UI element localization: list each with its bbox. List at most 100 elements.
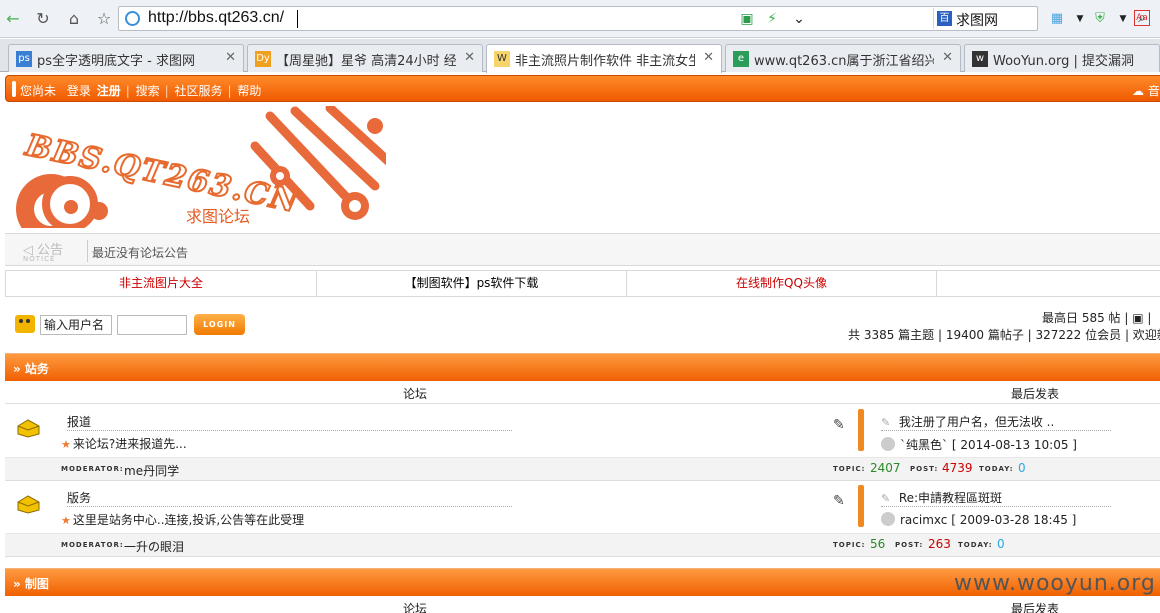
tab-2[interactable]: Dy 【周星驰】星爷 高清24小时 经典 ✕ [247,44,483,72]
search-engine-label: 求图网 [956,13,998,29]
tab-favicon-icon: Dy [255,51,271,67]
featured-links: 非主流图片大全 【制图软件】ps软件下载 在线制作QQ头像 [5,270,1160,297]
forum-name[interactable]: 报道 [67,413,512,431]
apps-dropdown-icon[interactable]: ▼ [1071,10,1089,28]
forum-folder-icon[interactable] [15,418,41,438]
book-icon[interactable]: ▣ [1132,311,1143,325]
tab-title: WooYun.org | 提交漏洞 [993,54,1135,69]
top-nav-bar: 您尚未 登录 注册 | 搜索 | 社区服务 | 帮助 ☁ 音 [5,75,1160,102]
tab-5[interactable]: w WooYun.org | 提交漏洞 [964,44,1160,72]
tab-title: ps全字透明底文字 - 求图网 [37,54,195,69]
user-icon [15,315,35,333]
logo-forum-name: 求图论坛 [186,207,251,226]
forum-folder-icon[interactable] [15,494,41,514]
close-icon[interactable]: ✕ [703,50,714,65]
font-icon[interactable]: Aa [1134,10,1150,26]
logo-circle [90,202,108,220]
home-icon[interactable]: ⌂ [63,8,85,30]
login-button[interactable]: LOGIN [194,314,245,335]
music-link[interactable]: ☁ 音 [1132,82,1160,99]
link-empty [937,271,1160,296]
forum-desc: ★ 这里是站务中心..连接,投诉,公告等在此受理 [61,513,305,527]
avatar-icon [881,437,895,451]
nav-community-link[interactable]: 社区服务 [174,84,222,98]
post-count: 4739 [942,461,973,475]
forum-name[interactable]: 版务 [67,489,512,507]
notice-sub-label: NOTICE [23,255,56,263]
address-bar[interactable]: http://bbs.qt263.cn/ ▣ ⚡ ⌄ 百 求图网 ⌕ [118,6,1146,31]
close-icon[interactable]: ✕ [464,50,475,65]
avatar-icon [881,512,895,526]
dropdown-icon[interactable]: ⌄ [791,11,807,27]
today-count: 0 [1018,461,1026,475]
forum-desc: ★ 来论坛?进来报道先... [61,437,187,451]
topic-label: TOPIC: [833,465,866,473]
link-qq-avatar[interactable]: 在线制作QQ头像 [627,271,937,296]
tab-title: 非主流照片制作软件 非主流女生图 [515,54,695,69]
browser-toolbar: ← ↻ ⌂ ☆ http://bbs.qt263.cn/ ▣ ⚡ ⌄ 百 求图网… [0,0,1160,38]
last-post-marker [858,485,864,527]
col-forum: 论坛 [403,387,428,401]
last-post-time: [ 2014-08-13 10:05 ] [951,438,1077,452]
star-icon: ★ [61,438,71,451]
forum-row: 报道 ★ 来论坛?进来报道先... ✎ ✎ 我注册了用户名，但无法收 .. `纯黑… [5,405,1160,461]
new-post-icon[interactable]: ✎ [833,493,845,509]
moderator-name[interactable]: 一升の眼泪 [124,538,184,555]
link-ps-download[interactable]: 【制图软件】ps软件下载 [317,271,627,296]
topic-count: 56 [870,537,886,551]
new-post-icon[interactable]: ✎ [833,417,845,433]
category-header[interactable]: » 站务 [5,353,1160,381]
link-nonmainstream-pics[interactable]: 非主流图片大全 [6,271,317,296]
url-text[interactable]: http://bbs.qt263.cn/ [148,9,284,27]
moderator-name[interactable]: me丹同学 [124,462,179,479]
nav-login-link[interactable]: 登录 [67,84,91,98]
password-input[interactable] [117,315,187,335]
star-icon: ★ [61,514,71,527]
username-input[interactable]: 输入用户名 [40,315,112,335]
refresh-icon[interactable]: ↻ [32,8,54,30]
watermark: www.wooyun.org [954,571,1156,596]
music-label: 音 [1147,84,1160,98]
col-last-post: 最后发表 [1011,387,1060,401]
close-icon[interactable]: ✕ [942,50,953,65]
tab-favicon-icon: ps [16,51,32,67]
tab-title: 【周星驰】星爷 高清24小时 经典 [276,54,456,69]
forum-meta-row: MODERATOR: 一升の眼泪 TOPIC: 56 POST: 263 TOD… [5,533,1160,557]
nav-search-link[interactable]: 搜索 [136,84,160,98]
last-post-time: [ 2009-03-28 18:45 ] [951,513,1077,527]
last-post-meta: racimxc [ 2009-03-28 18:45 ] [881,512,1076,527]
moderator-label: MODERATOR: [61,541,124,549]
nav-help-link[interactable]: 帮助 [237,84,261,98]
tab-favicon-icon: e [733,51,749,67]
lightning-icon[interactable]: ⚡ [764,11,780,27]
shield-icon[interactable]: ⛨ [1091,10,1109,28]
column-headers: 论坛 最后发表 [5,597,1160,613]
moderator-label: MODERATOR: [61,465,124,473]
last-post-title[interactable]: ✎ Re:申請教程區斑斑 [881,489,1111,507]
last-post-title[interactable]: ✎ 我注册了用户名，但无法收 .. [881,413,1111,431]
tab-favicon-icon: w [972,51,988,67]
forum-row: 版务 ★ 这里是站务中心..连接,投诉,公告等在此受理 ✎ ✎ Re:申請教程區斑… [5,481,1160,537]
back-icon[interactable]: ← [2,8,24,30]
nav-marker-icon [12,81,16,97]
apps-icon[interactable]: ▦ [1048,10,1066,28]
topic-count: 2407 [870,461,901,475]
close-icon[interactable]: ✕ [225,50,236,65]
tab-1[interactable]: ps ps全字透明底文字 - 求图网 ✕ [8,44,244,72]
col-last-post: 最后发表 [1011,602,1060,613]
forum-logo[interactable]: BBS.QT263.CN 求图论坛 [10,106,386,228]
topic-label: TOPIC: [833,541,866,549]
nav-register-link[interactable]: 注册 [97,84,121,98]
globe-icon [125,11,140,26]
divider [87,240,88,262]
stats-totals: 共 3385 篇主题 | 19400 篇帖子 | 327222 位会员 | 欢迎… [848,328,1160,342]
post-label: POST: [910,465,939,473]
shield-dropdown-icon[interactable]: ▼ [1114,10,1132,28]
col-forum: 论坛 [403,602,428,613]
tab-3[interactable]: W 非主流照片制作软件 非主流女生图 ✕ [486,44,722,73]
tab-4[interactable]: e www.qt263.cn属于浙江省绍兴市_ ✕ [725,44,961,72]
calendar-icon[interactable]: ▣ [739,11,755,27]
last-post-author[interactable]: `纯黑色` [900,438,948,452]
last-post-author[interactable]: racimxc [900,513,947,527]
star-icon[interactable]: ☆ [93,8,115,30]
